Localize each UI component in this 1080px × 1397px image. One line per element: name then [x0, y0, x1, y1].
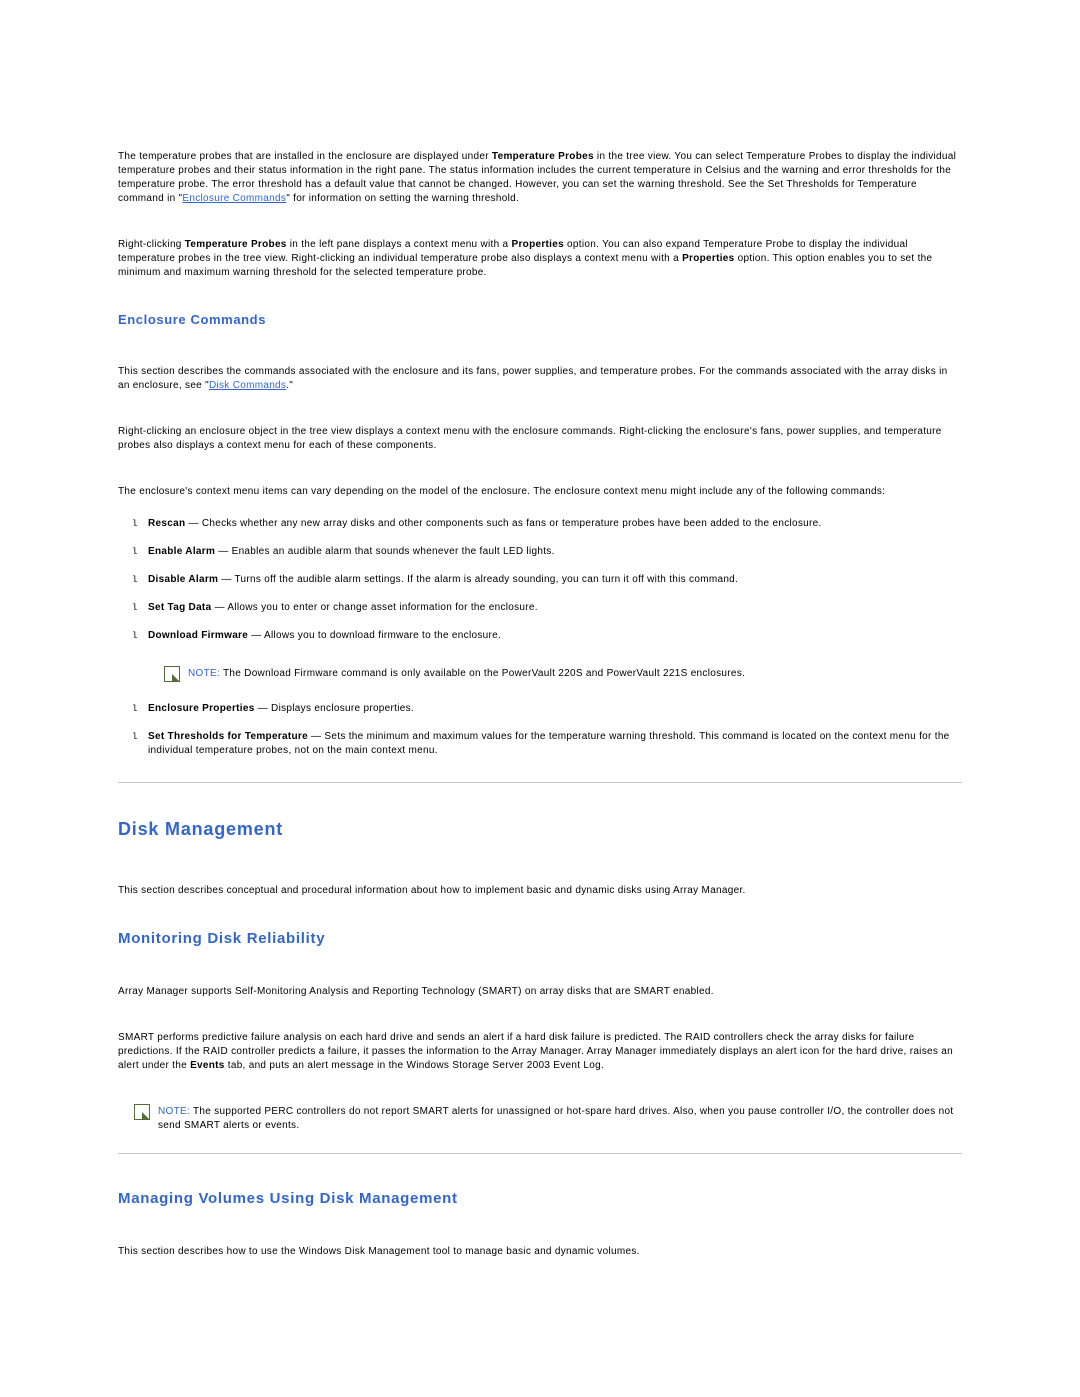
divider	[118, 782, 962, 783]
command-list: Rescan — Checks whether any new array di…	[118, 517, 962, 643]
list-item-term: Enclosure Properties	[148, 703, 255, 714]
body-paragraph: Right-clicking an enclosure object in th…	[118, 425, 962, 453]
body-paragraph: Right-clicking Temperature Probes in the…	[118, 238, 962, 280]
body-paragraph: Array Manager supports Self-Monitoring A…	[118, 985, 962, 999]
body-paragraph: The enclosure's context menu items can v…	[118, 485, 962, 499]
list-item-desc: — Displays enclosure properties.	[255, 703, 414, 714]
list-item: Download Firmware — Allows you to downlo…	[118, 629, 962, 643]
text-bold: Temperature Probes	[492, 151, 594, 162]
text: tab, and puts an alert message in the Wi…	[225, 1060, 604, 1071]
note-block: NOTE: The supported PERC controllers do …	[118, 1105, 962, 1133]
heading-enclosure-commands: Enclosure Commands	[118, 312, 962, 327]
heading-monitoring-disk-reliability: Monitoring Disk Reliability	[118, 930, 962, 947]
text: The supported PERC controllers do not re…	[158, 1106, 953, 1131]
body-paragraph: This section describes conceptual and pr…	[118, 884, 962, 898]
body-paragraph: The temperature probes that are installe…	[118, 150, 962, 206]
body-paragraph: This section describes how to use the Wi…	[118, 1245, 962, 1259]
text: " for information on setting the warning…	[286, 193, 519, 204]
text: in the left pane displays a context menu…	[287, 239, 512, 250]
list-item-desc: — Allows you to enter or change asset in…	[211, 602, 537, 613]
list-item: Disable Alarm — Turns off the audible al…	[118, 573, 962, 587]
list-item-term: Set Tag Data	[148, 602, 211, 613]
list-item: Set Tag Data — Allows you to enter or ch…	[118, 601, 962, 615]
list-item-term: Disable Alarm	[148, 574, 218, 585]
list-item-desc: — Checks whether any new array disks and…	[185, 518, 821, 529]
text: The temperature probes that are installe…	[118, 151, 492, 162]
list-item: Rescan — Checks whether any new array di…	[118, 517, 962, 531]
list-item-term: Rescan	[148, 518, 185, 529]
text-bold: Temperature Probes	[185, 239, 287, 250]
document-page: The temperature probes that are installe…	[0, 0, 1080, 1371]
note-icon	[164, 666, 180, 682]
command-list: Enclosure Properties — Displays enclosur…	[118, 702, 962, 758]
note-label: NOTE:	[158, 1106, 193, 1117]
text: The Download Firmware command is only av…	[223, 668, 745, 679]
body-paragraph: This section describes the commands asso…	[118, 365, 962, 393]
list-item-desc: — Enables an audible alarm that sounds w…	[215, 546, 555, 557]
list-item-term: Set Thresholds for Temperature	[148, 731, 308, 742]
text: Right-clicking	[118, 239, 185, 250]
list-item-term: Download Firmware	[148, 630, 248, 641]
heading-disk-management: Disk Management	[118, 819, 962, 840]
note-icon	[134, 1104, 150, 1120]
list-item-term: Enable Alarm	[148, 546, 215, 557]
list-item: Enclosure Properties — Displays enclosur…	[118, 702, 962, 716]
text-bold: Properties	[682, 253, 734, 264]
note-block: NOTE: The Download Firmware command is o…	[118, 667, 962, 682]
link-disk-commands[interactable]: Disk Commands	[209, 380, 286, 391]
text-bold: Properties	[512, 239, 564, 250]
list-item-desc: — Turns off the audible alarm settings. …	[218, 574, 738, 585]
body-paragraph: SMART performs predictive failure analys…	[118, 1031, 962, 1073]
list-item: Enable Alarm — Enables an audible alarm …	[118, 545, 962, 559]
note-text: NOTE: The Download Firmware command is o…	[188, 667, 962, 681]
link-enclosure-commands[interactable]: Enclosure Commands	[182, 193, 286, 204]
text-bold: Events	[190, 1060, 225, 1071]
list-item: Set Thresholds for Temperature — Sets th…	[118, 730, 962, 758]
note-text: NOTE: The supported PERC controllers do …	[158, 1105, 962, 1133]
text: ."	[286, 380, 293, 391]
heading-managing-volumes: Managing Volumes Using Disk Management	[118, 1190, 962, 1207]
divider	[118, 1153, 962, 1154]
list-item-desc: — Allows you to download firmware to the…	[248, 630, 501, 641]
note-label: NOTE:	[188, 668, 223, 679]
